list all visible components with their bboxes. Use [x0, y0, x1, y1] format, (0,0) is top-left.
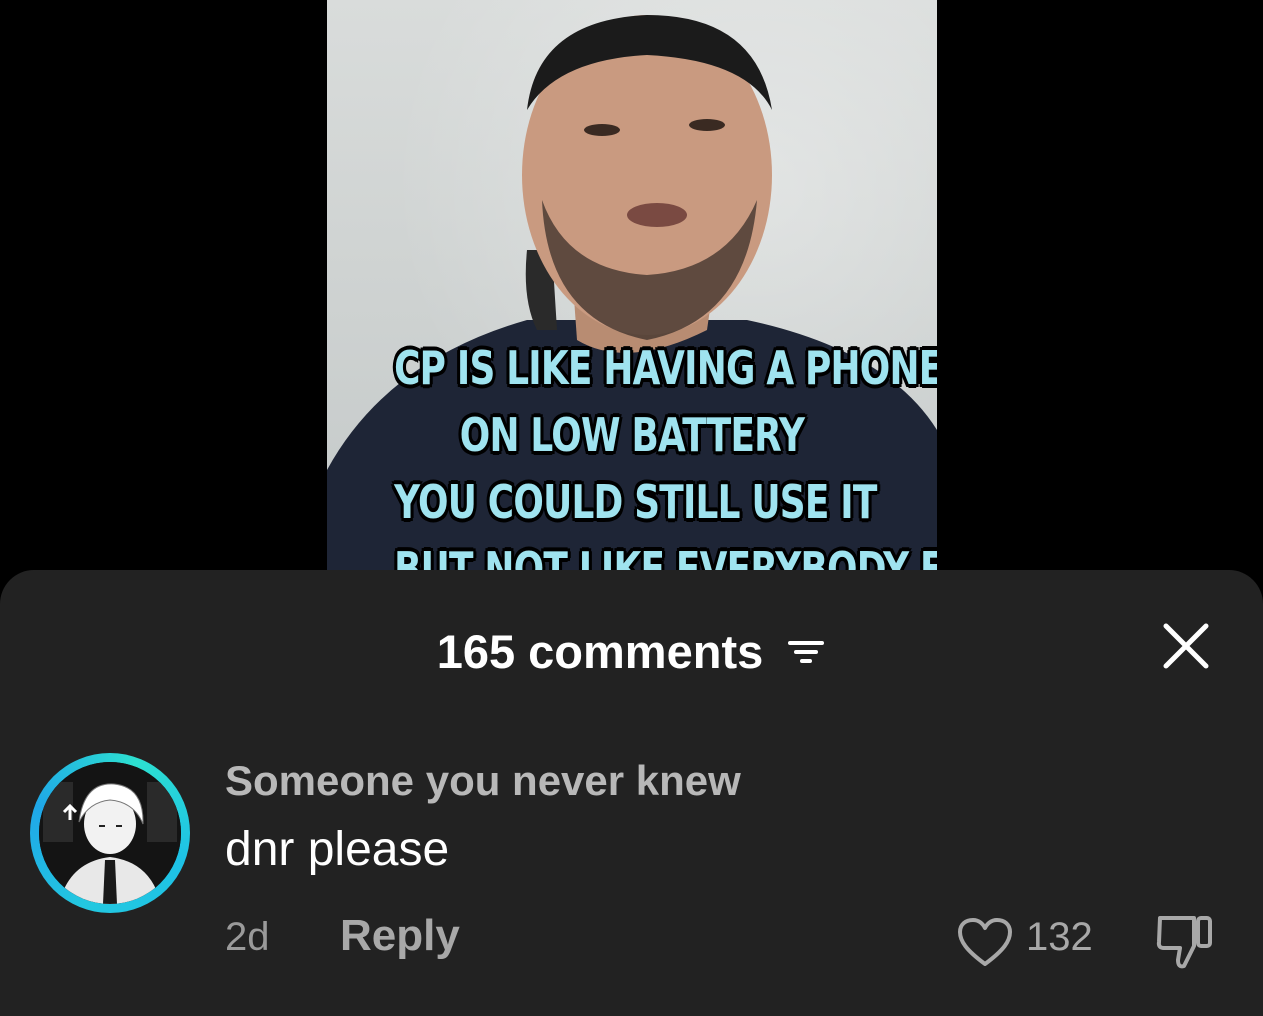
like-count: 132 — [1026, 915, 1093, 959]
comment-timestamp: 2d — [225, 915, 270, 959]
reply-button[interactable]: Reply — [340, 911, 460, 961]
anime-character-icon — [39, 762, 181, 904]
video-player[interactable]: CP IS LIKE HAVING A PHONE ON LOW BATTERY… — [327, 0, 937, 600]
video-caption-line-3: YOU COULD STILL USE IT — [394, 475, 877, 529]
avatar[interactable] — [30, 753, 190, 913]
sort-filter-icon[interactable] — [786, 637, 826, 667]
video-caption-line-1: CP IS LIKE HAVING A PHONE — [394, 341, 937, 395]
comments-header: 165 comments — [0, 622, 1263, 678]
heart-outline-icon[interactable] — [956, 916, 1014, 968]
video-caption-line-2: ON LOW BATTERY — [459, 408, 805, 462]
comments-sheet: 165 comments Someone you never knew dnr … — [0, 570, 1263, 1016]
comment-username[interactable]: Someone you never knew — [225, 757, 741, 805]
comments-count-title: 165 comments — [436, 624, 764, 678]
close-icon[interactable] — [1158, 618, 1214, 674]
thumbs-down-icon[interactable] — [1154, 912, 1218, 972]
avatar-image — [39, 762, 181, 904]
comment-text: dnr please — [225, 823, 450, 876]
